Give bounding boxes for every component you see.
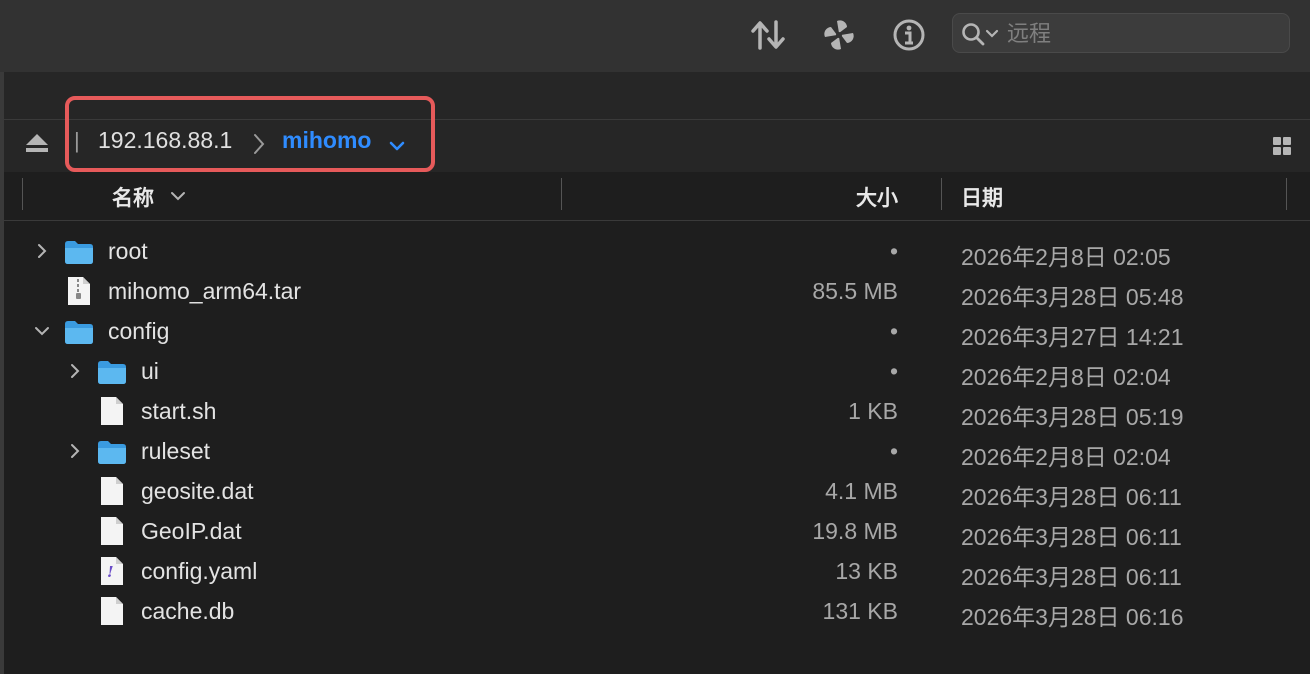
file-icon [99, 516, 125, 551]
column-divider[interactable] [941, 178, 942, 210]
file-size: • [889, 438, 898, 464]
folder-icon [97, 359, 127, 390]
folder-icon [64, 319, 94, 350]
file-size: 131 KB [822, 598, 898, 624]
file-name: root [108, 238, 148, 264]
file-row[interactable]: mihomo_arm64.tar 85.5 MB 2026年3月28日 05:48 [4, 271, 1310, 311]
disclosure-collapsed-icon[interactable] [65, 441, 85, 461]
file-name: mihomo_arm64.tar [108, 278, 302, 304]
toolbar [0, 0, 1310, 73]
file-row[interactable]: config • 2026年3月27日 14:21 [4, 311, 1310, 351]
file-row[interactable]: ! config.yaml 13 KB 2026年3月28日 06:11 [4, 551, 1310, 591]
file-name: start.sh [141, 398, 217, 424]
file-row[interactable]: GeoIP.dat 19.8 MB 2026年3月28日 06:11 [4, 511, 1310, 551]
file-date: 2026年2月8日 02:05 [961, 244, 1171, 270]
search-input[interactable] [1005, 19, 1279, 49]
file-row[interactable]: root • 2026年2月8日 02:05 [4, 231, 1310, 271]
file-date: 2026年3月28日 06:11 [961, 484, 1182, 510]
folder-icon [97, 439, 127, 470]
info-icon[interactable] [889, 14, 929, 56]
file-date: 2026年3月28日 06:11 [961, 564, 1182, 590]
file-size: • [889, 238, 898, 264]
svg-text:!: ! [107, 563, 114, 581]
column-name-header[interactable]: 名称 [112, 182, 154, 212]
file-size: 4.1 MB [825, 478, 898, 504]
yaml-file-icon: ! [99, 556, 125, 591]
file-size: • [889, 358, 898, 384]
chevron-down-icon [985, 26, 999, 44]
column-size-header[interactable]: 大小 [856, 182, 898, 212]
file-size: 1 KB [848, 398, 898, 424]
file-date: 2026年3月27日 14:21 [961, 324, 1184, 350]
file-size: 13 KB [835, 558, 898, 584]
folder-icon [64, 239, 94, 270]
archive-file-icon [66, 276, 92, 311]
grid-view-icon[interactable] [1272, 136, 1292, 161]
sort-arrows-icon[interactable] [748, 14, 788, 56]
file-name: ui [141, 358, 159, 384]
file-name: geosite.dat [141, 478, 254, 504]
file-name: cache.db [141, 598, 235, 624]
search-field[interactable] [952, 13, 1290, 53]
disclosure-collapsed-icon[interactable] [65, 361, 85, 381]
file-date: 2026年3月28日 05:19 [961, 404, 1184, 430]
file-size: 19.8 MB [812, 518, 898, 544]
sort-chevron-icon[interactable] [170, 188, 186, 206]
file-row[interactable]: ruleset • 2026年2月8日 02:04 [4, 431, 1310, 471]
column-header: 名称 大小 日期 [4, 172, 1310, 221]
file-name: config [108, 318, 170, 344]
file-row[interactable]: cache.db 131 KB 2026年3月28日 06:16 [4, 591, 1310, 631]
disclosure-collapsed-icon[interactable] [32, 241, 52, 261]
file-date: 2026年2月8日 02:04 [961, 444, 1171, 470]
highlight-box [65, 96, 435, 172]
file-name: GeoIP.dat [141, 518, 242, 544]
disclosure-expanded-icon[interactable] [32, 321, 52, 341]
column-divider[interactable] [561, 178, 562, 210]
file-size: 85.5 MB [812, 278, 898, 304]
column-date-header[interactable]: 日期 [961, 182, 1003, 212]
file-name: ruleset [141, 438, 211, 464]
file-list: root • 2026年2月8日 02:05 mihomo_arm64.tar 85.… [4, 231, 1310, 631]
file-date: 2026年2月8日 02:04 [961, 364, 1171, 390]
file-date: 2026年3月28日 06:11 [961, 524, 1182, 550]
file-icon [99, 596, 125, 631]
file-row[interactable]: geosite.dat 4.1 MB 2026年3月28日 06:11 [4, 471, 1310, 511]
column-divider[interactable] [22, 178, 23, 210]
file-row[interactable]: start.sh 1 KB 2026年3月28日 05:19 [4, 391, 1310, 431]
file-size: • [889, 318, 898, 344]
eject-icon[interactable] [24, 132, 50, 159]
file-row[interactable]: ui • 2026年2月8日 02:04 [4, 351, 1310, 391]
file-icon [99, 476, 125, 511]
search-icon [961, 22, 985, 51]
file-date: 2026年3月28日 06:16 [961, 604, 1184, 630]
file-name: config.yaml [141, 558, 258, 584]
file-date: 2026年3月28日 05:48 [961, 284, 1184, 310]
file-icon [99, 396, 125, 431]
pinwheel-icon[interactable] [819, 14, 859, 56]
column-divider[interactable] [1286, 178, 1287, 210]
